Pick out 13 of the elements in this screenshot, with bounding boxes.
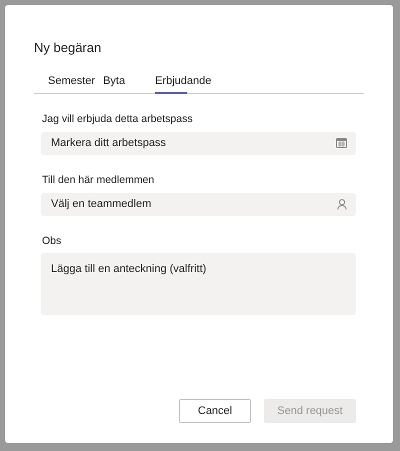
shift-picker[interactable]: Markera ditt arbetspass [41,132,356,155]
calendar-icon [336,138,347,148]
field-label: Jag vill erbjuda detta arbetspass [42,112,194,128]
note-field[interactable]: Lägga till en anteckning (valfritt) [41,253,356,316]
cancel-button[interactable]: Cancel [179,399,251,423]
tab[interactable]: Semester [48,72,96,94]
dialog-title: Ny begäran [34,40,102,56]
field-label: Till den här medlemmen [42,172,156,188]
person-icon [337,198,347,210]
tab[interactable]: Erbjudande [155,72,212,94]
member-picker[interactable]: Välj en teammedlem [41,192,356,216]
field-label: Obs [42,234,62,249]
tab[interactable]: Byta [103,72,126,94]
